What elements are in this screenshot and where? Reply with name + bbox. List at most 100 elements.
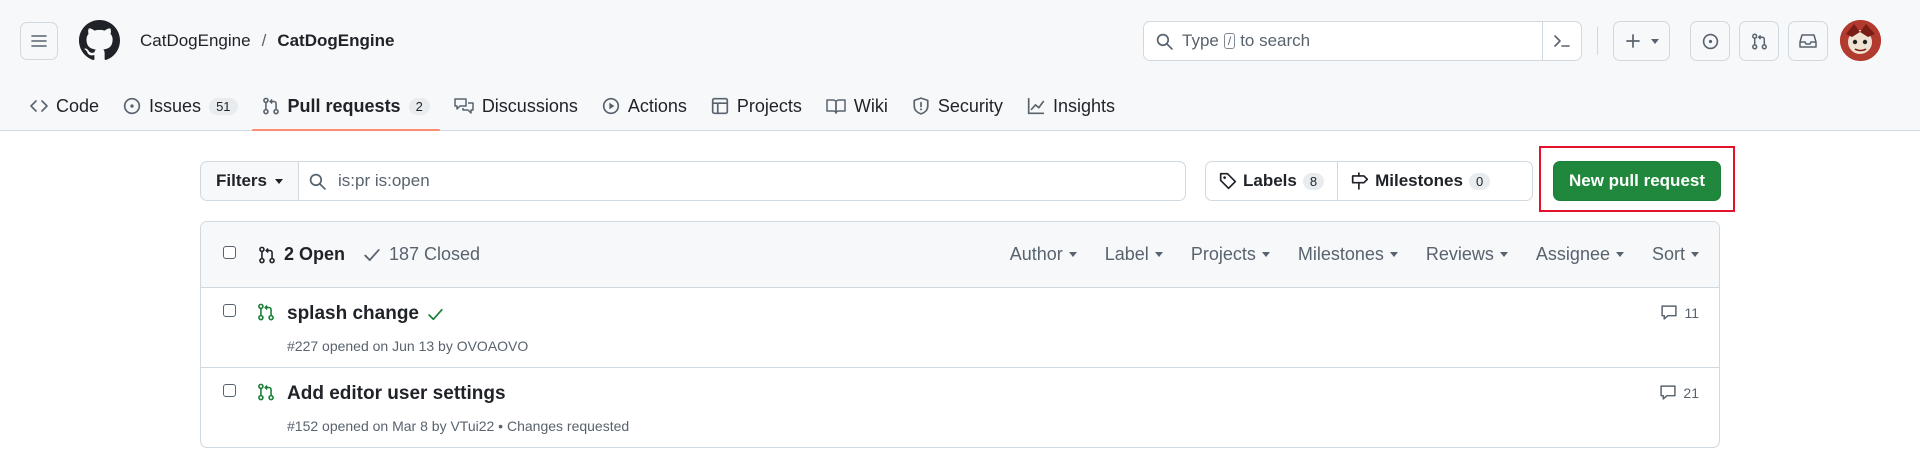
list-header: 2 Open 187 Closed Author Label Projects … bbox=[201, 222, 1719, 288]
global-search-input[interactable]: Type / to search bbox=[1143, 21, 1582, 61]
tab-discussions[interactable]: Discussions bbox=[444, 82, 588, 130]
breadcrumb-owner-link[interactable]: CatDogEngine bbox=[140, 31, 251, 51]
tab-wiki-label: Wiki bbox=[853, 95, 888, 116]
git-pull-request-icon bbox=[258, 246, 276, 264]
milestones-button-label: Milestones bbox=[1375, 171, 1463, 190]
labels-count-badge: 8 bbox=[1302, 172, 1325, 190]
tab-security-label: Security bbox=[937, 95, 1003, 116]
tab-security[interactable]: Security bbox=[902, 82, 1013, 130]
chevron-down-icon bbox=[1691, 252, 1699, 257]
reviews-filter-label: Reviews bbox=[1425, 244, 1494, 264]
search-icon bbox=[309, 173, 326, 190]
closed-count-label: 187 Closed bbox=[389, 244, 481, 264]
tab-pull-requests[interactable]: Pull requests 2 bbox=[251, 82, 441, 131]
tab-insights-label: Insights bbox=[1052, 95, 1115, 116]
author-filter[interactable]: Author bbox=[1010, 244, 1077, 265]
tab-projects[interactable]: Projects bbox=[701, 82, 812, 130]
labels-milestones-group: Labels 8 Milestones 0 bbox=[1205, 161, 1533, 201]
tag-icon bbox=[1219, 172, 1237, 190]
projects-filter-label: Projects bbox=[1190, 244, 1256, 264]
sort-filter[interactable]: Sort bbox=[1652, 244, 1699, 265]
issue-opened-icon bbox=[1702, 33, 1719, 50]
new-pull-request-button[interactable]: New pull request bbox=[1553, 161, 1721, 201]
issues-shortcut-button[interactable] bbox=[1690, 21, 1730, 61]
top-bar: CatDogEngine / CatDogEngine Type / to se… bbox=[0, 0, 1920, 82]
header-divider bbox=[1597, 27, 1598, 55]
search-shortcut-key: / bbox=[1223, 33, 1236, 49]
label-filter[interactable]: Label bbox=[1105, 244, 1163, 265]
create-new-button[interactable] bbox=[1613, 21, 1670, 61]
pr-meta: #227 opened on Jun 13 by OVOAOVO bbox=[287, 338, 529, 354]
labels-button[interactable]: Labels 8 bbox=[1206, 162, 1337, 200]
code-icon bbox=[30, 98, 48, 114]
tab-code-label: Code bbox=[56, 95, 100, 116]
graph-icon bbox=[1027, 97, 1045, 115]
filters-button-label: Filters bbox=[215, 171, 268, 190]
assignee-filter[interactable]: Assignee bbox=[1536, 244, 1624, 265]
github-logo-icon[interactable] bbox=[79, 20, 120, 61]
menu-button[interactable] bbox=[20, 22, 58, 60]
select-all-checkbox[interactable] bbox=[223, 246, 236, 259]
chevron-down-icon bbox=[275, 178, 284, 184]
pr-title: Add editor user settings bbox=[287, 383, 506, 405]
pr-title-link[interactable]: splash change bbox=[287, 303, 419, 325]
row-checkbox[interactable] bbox=[223, 304, 236, 317]
chevron-down-icon bbox=[1068, 252, 1077, 257]
play-icon bbox=[602, 97, 620, 115]
tab-wiki[interactable]: Wiki bbox=[816, 82, 898, 130]
pull-request-list: 2 Open 187 Closed Author Label Projects … bbox=[200, 221, 1720, 448]
tab-actions-label: Actions bbox=[627, 95, 687, 116]
chevron-down-icon bbox=[1389, 252, 1398, 257]
filter-bar: Filters is:pr is:open bbox=[200, 161, 1186, 201]
git-pull-request-open-icon bbox=[257, 383, 275, 401]
pull-requests-shortcut-button[interactable] bbox=[1739, 21, 1779, 61]
plus-icon bbox=[1625, 33, 1641, 49]
table-icon bbox=[711, 97, 729, 115]
reviews-filter[interactable]: Reviews bbox=[1426, 244, 1508, 265]
pr-search-input[interactable]: is:pr is:open bbox=[299, 161, 1186, 201]
list-item: splash change #227 opened on Jun 13 by O… bbox=[201, 288, 1719, 368]
tab-code[interactable]: Code bbox=[20, 82, 109, 130]
inbox-button[interactable] bbox=[1788, 21, 1828, 61]
tab-actions[interactable]: Actions bbox=[592, 82, 697, 130]
tab-pull-requests-label: Pull requests bbox=[287, 95, 401, 116]
row-checkbox[interactable] bbox=[223, 384, 236, 397]
filters-dropdown-button[interactable]: Filters bbox=[200, 161, 299, 201]
search-placeholder-suffix: to search bbox=[1240, 31, 1311, 50]
comments-link[interactable]: 11 bbox=[1660, 304, 1699, 321]
pr-title: splash change bbox=[287, 303, 444, 325]
labels-button-label: Labels bbox=[1243, 171, 1297, 190]
tab-issues[interactable]: Issues 51 bbox=[113, 82, 248, 130]
sort-filter-label: Sort bbox=[1651, 244, 1685, 264]
tab-projects-label: Projects bbox=[736, 95, 802, 116]
closed-filter-link[interactable]: 187 Closed bbox=[363, 244, 480, 265]
chevron-down-icon bbox=[1154, 252, 1163, 257]
user-avatar[interactable] bbox=[1840, 20, 1881, 61]
milestones-count-badge: 0 bbox=[1468, 172, 1491, 190]
assignee-filter-label: Assignee bbox=[1535, 244, 1610, 264]
open-filter-link[interactable]: 2 Open bbox=[258, 244, 345, 265]
pull-requests-page: Filters is:pr is:open Labels 8 Milestone… bbox=[0, 131, 1920, 470]
pr-search-query: is:pr is:open bbox=[338, 171, 430, 190]
open-count-label: 2 Open bbox=[284, 244, 346, 264]
comments-link[interactable]: 21 bbox=[1659, 384, 1699, 401]
chevron-down-icon bbox=[1615, 252, 1624, 257]
milestones-filter[interactable]: Milestones bbox=[1298, 244, 1398, 265]
comment-icon bbox=[1660, 304, 1678, 321]
command-palette-icon[interactable] bbox=[1542, 22, 1581, 60]
list-item: Add editor user settings #152 opened on … bbox=[201, 368, 1719, 447]
projects-filter[interactable]: Projects bbox=[1191, 244, 1270, 265]
tab-insights[interactable]: Insights bbox=[1017, 82, 1125, 130]
pr-title-link[interactable]: Add editor user settings bbox=[287, 383, 506, 405]
hamburger-icon bbox=[31, 33, 47, 49]
issues-count-badge: 51 bbox=[209, 97, 238, 115]
issue-opened-icon bbox=[123, 97, 141, 115]
milestone-icon bbox=[1351, 172, 1369, 190]
check-success-icon[interactable] bbox=[427, 306, 444, 323]
repo-nav: Code Issues 51 Pull requests 2 Discussio… bbox=[0, 82, 1125, 131]
chevron-down-icon bbox=[1499, 252, 1508, 257]
breadcrumb-repo-link[interactable]: CatDogEngine bbox=[277, 31, 394, 51]
inbox-icon bbox=[1799, 33, 1817, 49]
milestones-button[interactable]: Milestones 0 bbox=[1337, 162, 1503, 200]
facet-filters: Author Label Projects Milestones Reviews… bbox=[1010, 244, 1699, 265]
